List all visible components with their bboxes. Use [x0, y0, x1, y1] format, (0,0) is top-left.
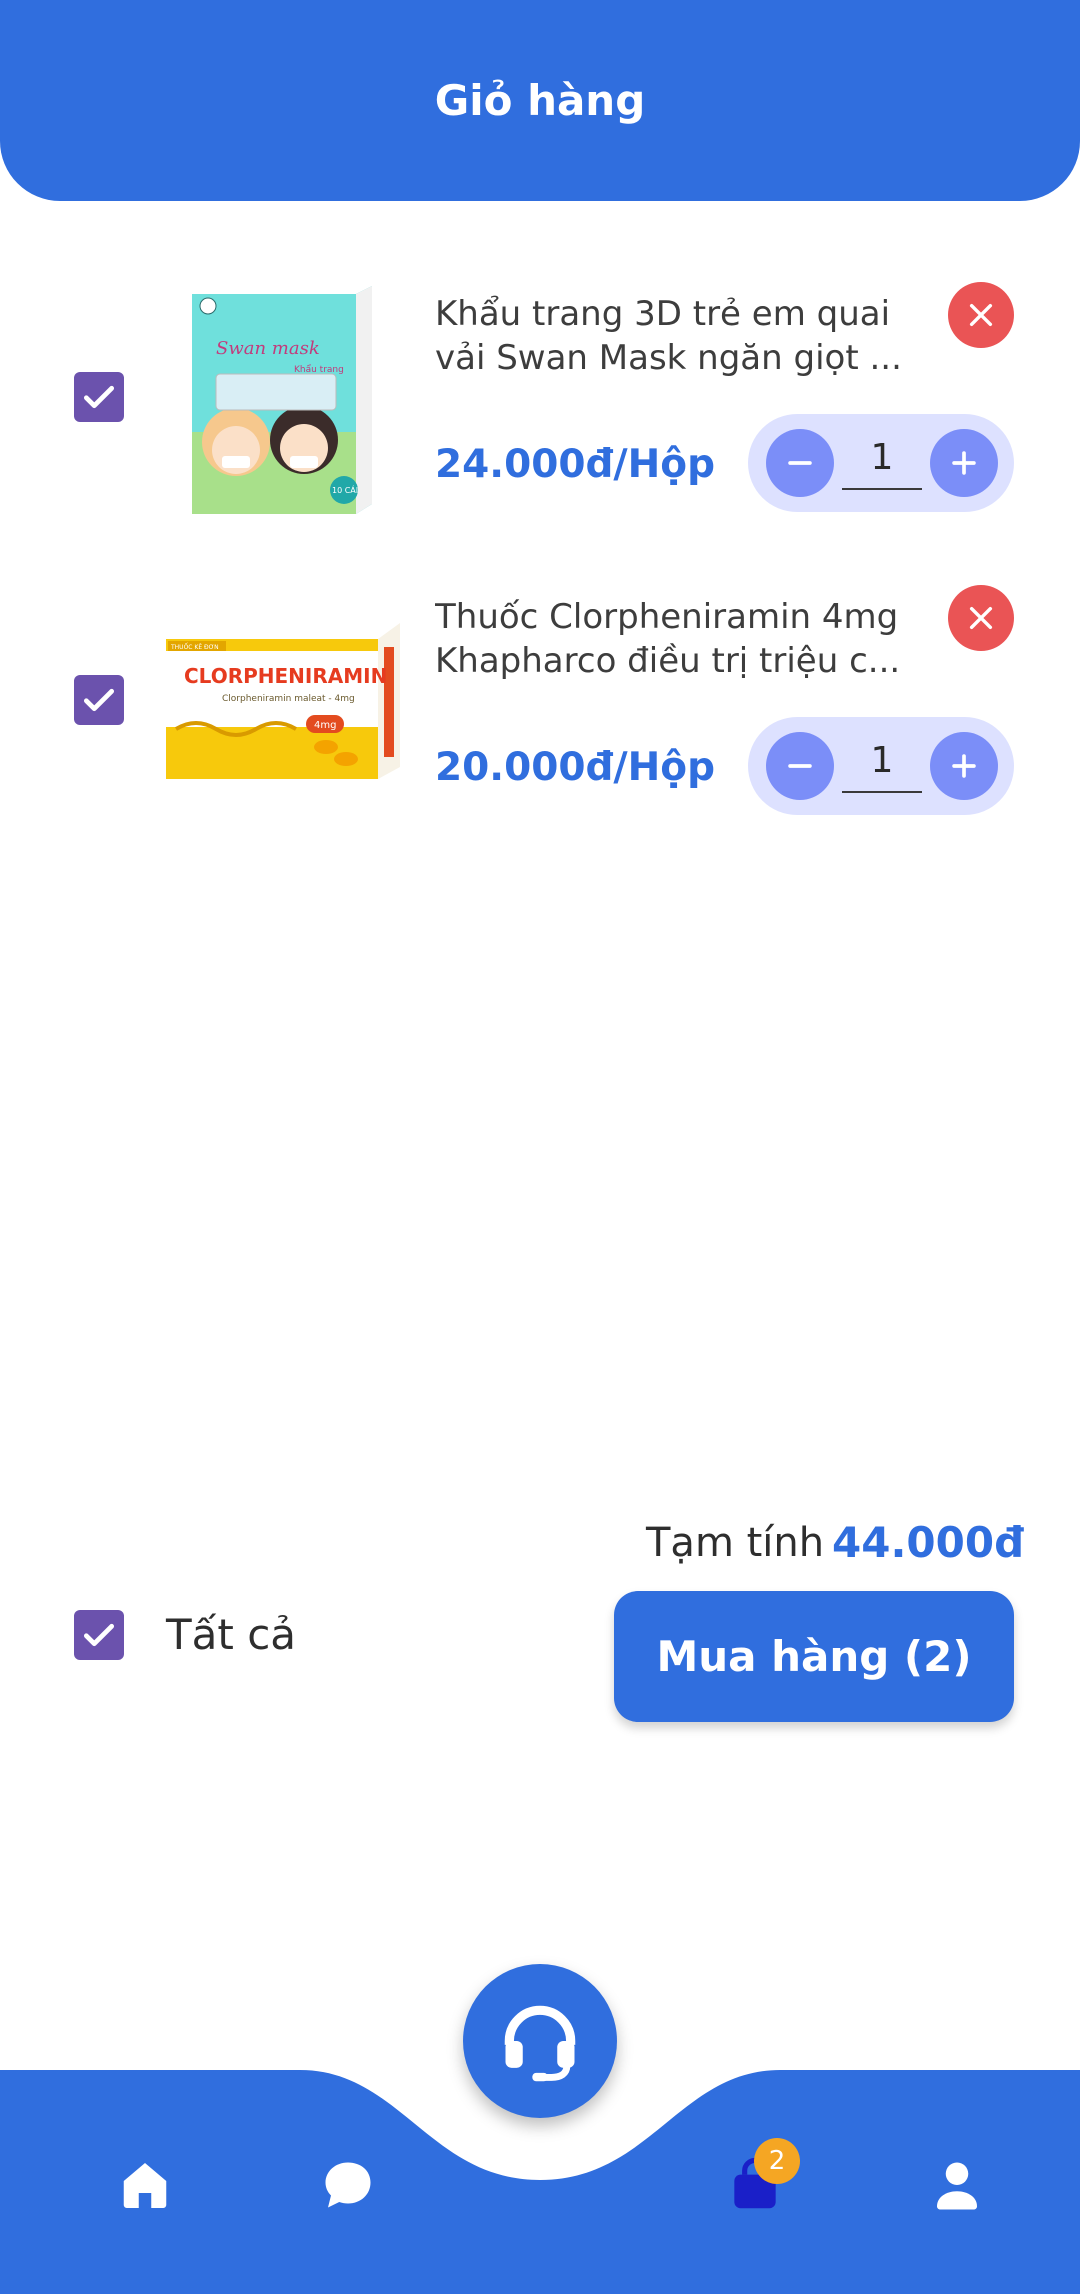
checkmark-icon	[83, 385, 115, 409]
item-price: 20.000đ/Hộp	[435, 745, 716, 790]
svg-text:10 CÁI: 10 CÁI	[332, 484, 358, 495]
nav-home[interactable]	[105, 2145, 185, 2225]
quantity-input[interactable]: 1	[842, 426, 922, 490]
quantity-stepper: 1	[748, 414, 1014, 512]
remove-item-button[interactable]	[948, 585, 1014, 651]
plus-icon	[952, 754, 976, 778]
quantity-stepper: 1	[748, 717, 1014, 815]
home-icon	[123, 2163, 167, 2208]
quantity-input[interactable]: 1	[842, 729, 922, 793]
remove-item-button[interactable]	[948, 282, 1014, 348]
plus-icon	[952, 451, 976, 475]
cart-item: Swan mask Khẩu trang 10 CÁI Khẩu trang 3…	[0, 270, 1080, 530]
increase-button[interactable]	[930, 429, 998, 497]
decrease-button[interactable]	[766, 429, 834, 497]
item-name[interactable]: Thuốc Clorpheniramin 4mg Khapharco điều …	[435, 595, 935, 683]
item-checkbox[interactable]	[74, 675, 124, 725]
support-button[interactable]	[463, 1964, 617, 2118]
item-price: 24.000đ/Hộp	[435, 442, 716, 487]
increase-button[interactable]	[930, 732, 998, 800]
checkmark-icon	[83, 688, 115, 712]
svg-text:Khẩu trang: Khẩu trang	[294, 364, 344, 375]
minus-icon	[788, 764, 812, 768]
nav-chat[interactable]	[308, 2145, 388, 2225]
svg-text:Swan mask: Swan mask	[216, 338, 320, 359]
svg-text:THUỐC KÊ ĐƠN: THUỐC KÊ ĐƠN	[170, 643, 219, 651]
product-image[interactable]: CLORPHENIRAMIN Clorpheniramin maleat - 4…	[166, 617, 400, 779]
checkmark-icon	[83, 1623, 115, 1647]
product-image[interactable]: Swan mask Khẩu trang 10 CÁI	[186, 282, 378, 514]
minus-icon	[788, 461, 812, 465]
headset-icon	[504, 2005, 576, 2082]
svg-text:Clorpheniramin maleat - 4mg: Clorpheniramin maleat - 4mg	[222, 694, 355, 704]
clorpheniramin-box-image: CLORPHENIRAMIN Clorpheniramin maleat - 4…	[166, 623, 400, 779]
buy-button[interactable]: Mua hàng (2)	[614, 1591, 1014, 1722]
cart-badge: 2	[754, 2138, 800, 2184]
item-checkbox[interactable]	[74, 372, 124, 422]
nav-profile[interactable]	[917, 2145, 997, 2225]
svg-text:CLORPHENIRAMIN: CLORPHENIRAMIN	[184, 664, 387, 688]
select-all-checkbox[interactable]	[74, 1610, 124, 1660]
item-name[interactable]: Khẩu trang 3D trẻ em quai vải Swan Mask …	[435, 292, 935, 380]
close-icon	[969, 303, 993, 327]
subtotal-value: 44.000đ	[832, 1518, 1025, 1567]
swan-mask-box-image: Swan mask Khẩu trang 10 CÁI	[192, 286, 372, 514]
decrease-button[interactable]	[766, 732, 834, 800]
cart-item: CLORPHENIRAMIN Clorpheniramin maleat - 4…	[0, 573, 1080, 833]
close-icon	[969, 606, 993, 630]
user-icon	[937, 2162, 977, 2210]
page-title: Giỏ hàng	[434, 76, 646, 125]
svg-text:4mg: 4mg	[314, 720, 336, 731]
chat-icon	[325, 2162, 371, 2208]
select-all-label[interactable]: Tất cả	[166, 1610, 296, 1659]
subtotal-label: Tạm tính	[646, 1520, 825, 1566]
